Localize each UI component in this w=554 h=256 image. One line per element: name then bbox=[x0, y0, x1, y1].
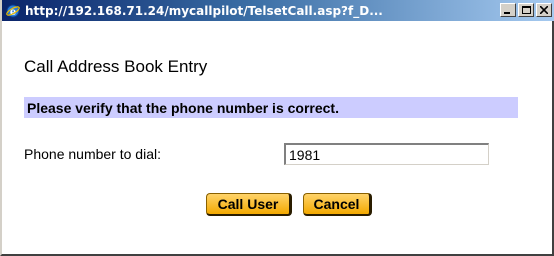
maximize-icon[interactable] bbox=[518, 3, 534, 17]
close-icon[interactable] bbox=[536, 3, 552, 17]
call-user-button[interactable]: Call User bbox=[206, 193, 292, 216]
verify-message: Please verify that the phone number is c… bbox=[27, 99, 339, 116]
page-title: Call Address Book Entry bbox=[24, 57, 208, 76]
phone-number-label: Phone number to dial: bbox=[24, 146, 161, 162]
window-title: http://192.168.71.24/mycallpilot/TelsetC… bbox=[25, 3, 383, 18]
popup-window: e http://192.168.71.24/mycallpilot/Telse… bbox=[0, 0, 554, 256]
ie-icon: e bbox=[5, 3, 21, 19]
phone-number-input[interactable] bbox=[284, 143, 489, 165]
verify-banner: Please verify that the phone number is c… bbox=[24, 97, 518, 118]
minimize-icon[interactable] bbox=[500, 3, 516, 17]
cancel-button[interactable]: Cancel bbox=[303, 193, 372, 216]
title-bar[interactable]: e http://192.168.71.24/mycallpilot/Telse… bbox=[2, 0, 554, 21]
